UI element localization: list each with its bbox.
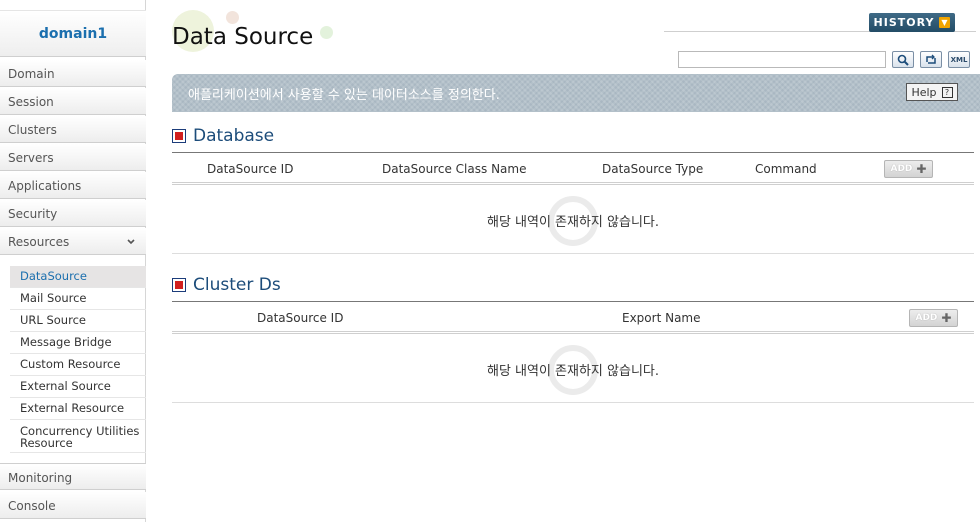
search-input[interactable] xyxy=(678,51,886,68)
column-header: Export Name xyxy=(622,311,701,325)
submenu-item-label: External Source xyxy=(20,379,111,393)
section-title-text: Database xyxy=(193,126,275,146)
main-content: Data Source HISTORY ▼ XML 애플리케이션에서 사용할 수… xyxy=(146,0,980,522)
section-bullet-icon xyxy=(172,278,186,292)
database-empty-row: 해당 내역이 존재하지 않습니다. xyxy=(172,188,974,254)
submenu-item-external-source[interactable]: External Source xyxy=(10,376,146,398)
submenu-item-concurrency-utilities-resource[interactable]: Concurrency Utilities Resource xyxy=(10,420,146,453)
submenu-item-url-source[interactable]: URL Source xyxy=(10,310,146,332)
section-bullet-icon xyxy=(172,129,186,143)
section-title-text: Cluster Ds xyxy=(193,275,281,295)
add-datasource-button[interactable]: ADD ✚ xyxy=(884,160,933,178)
cluster-ds-table-header: DataSource ID Export Name ADD ✚ xyxy=(172,301,974,334)
history-button[interactable]: HISTORY ▼ xyxy=(869,13,955,32)
sidebar-item-applications[interactable]: Applications xyxy=(0,172,146,199)
column-header: DataSource Type xyxy=(602,162,704,176)
cluster-ds-empty-row: 해당 내역이 존재하지 않습니다. xyxy=(172,337,974,403)
sidebar-item-session[interactable]: Session xyxy=(0,88,146,115)
column-header: DataSource ID xyxy=(207,162,294,176)
submenu-item-external-resource[interactable]: External Resource xyxy=(10,398,146,420)
plus-icon: ✚ xyxy=(941,311,952,325)
search-icon[interactable] xyxy=(892,51,914,68)
sidebar-item-servers[interactable]: Servers xyxy=(0,144,146,171)
sidebar-item-domain[interactable]: Domain xyxy=(0,60,146,87)
sidebar-item-label: Servers xyxy=(8,151,54,165)
sidebar-item-label: Resources xyxy=(8,235,70,249)
column-header: Command xyxy=(755,162,817,176)
empty-message: 해당 내역이 존재하지 않습니다. xyxy=(486,364,659,379)
section-title-cluster-ds: Cluster Ds xyxy=(172,275,281,295)
xml-icon[interactable]: XML xyxy=(948,51,970,68)
submenu-item-label: DataSource xyxy=(20,269,87,283)
submenu-item-label: External Resource xyxy=(20,401,125,415)
submenu-item-custom-resource[interactable]: Custom Resource xyxy=(10,354,146,376)
decorative-circle xyxy=(226,11,239,24)
sidebar-item-console[interactable]: Console xyxy=(0,492,146,519)
description-text: 애플리케이션에서 사용할 수 있는 데이터소스를 정의한다. xyxy=(188,88,500,103)
submenu-item-label: URL Source xyxy=(20,313,86,327)
chevron-down-icon xyxy=(126,228,136,266)
column-header: DataSource Class Name xyxy=(382,162,527,176)
sidebar-item-label: Session xyxy=(8,95,54,109)
add-cluster-ds-button[interactable]: ADD ✚ xyxy=(909,309,958,327)
history-label: HISTORY xyxy=(873,16,935,29)
chevron-down-icon: ▼ xyxy=(939,17,951,28)
add-label: ADD xyxy=(890,164,913,174)
sidebar-item-monitoring[interactable]: Monitoring xyxy=(0,463,146,490)
submenu-item-label: Concurrency Utilities Resource xyxy=(20,424,140,450)
sidebar-item-label: Security xyxy=(8,207,58,221)
submenu-item-label: Message Bridge xyxy=(20,335,112,349)
page-title: Data Source xyxy=(172,24,314,50)
sidebar-item-label: Monitoring xyxy=(8,471,73,485)
resources-submenu: DataSource Mail Source URL Source Messag… xyxy=(10,266,146,453)
question-icon: ? xyxy=(941,86,953,98)
sidebar-item-resources[interactable]: Resources xyxy=(0,228,146,255)
refresh-icon[interactable] xyxy=(920,51,942,68)
sidebar-item-label: Applications xyxy=(8,179,82,193)
add-label: ADD xyxy=(915,313,938,323)
database-table-header: DataSource ID DataSource Class Name Data… xyxy=(172,152,974,185)
description-bar: 애플리케이션에서 사용할 수 있는 데이터소스를 정의한다. Help ? xyxy=(172,74,980,112)
column-header: DataSource ID xyxy=(257,311,344,325)
sidebar-item-clusters[interactable]: Clusters xyxy=(0,116,146,143)
page: domain1 Domain Session Clusters Servers … xyxy=(0,0,980,522)
sidebar: domain1 Domain Session Clusters Servers … xyxy=(0,0,146,522)
submenu-item-label: Mail Source xyxy=(20,291,87,305)
plus-icon: ✚ xyxy=(916,162,927,176)
submenu-item-message-bridge[interactable]: Message Bridge xyxy=(10,332,146,354)
submenu-item-datasource[interactable]: DataSource xyxy=(10,266,146,288)
domain-name: domain1 xyxy=(38,25,108,42)
help-label: Help xyxy=(911,85,937,99)
section-title-database: Database xyxy=(172,126,274,146)
help-button[interactable]: Help ? xyxy=(906,83,958,101)
empty-message: 해당 내역이 존재하지 않습니다. xyxy=(486,215,659,230)
sidebar-item-label: Console xyxy=(8,499,56,513)
decorative-circle xyxy=(320,26,333,39)
sidebar-item-label: Clusters xyxy=(8,123,57,137)
sidebar-item-label: Domain xyxy=(8,67,55,81)
sidebar-item-security[interactable]: Security xyxy=(0,200,146,227)
submenu-item-label: Custom Resource xyxy=(20,357,121,371)
submenu-item-mail-source[interactable]: Mail Source xyxy=(10,288,146,310)
domain-selector[interactable]: domain1 xyxy=(0,10,146,57)
